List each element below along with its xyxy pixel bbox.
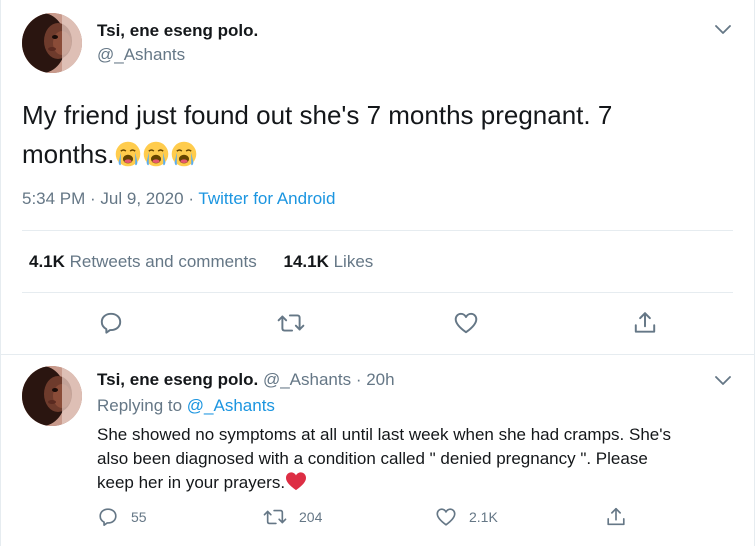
reply-like-button[interactable]: 2.1K — [435, 506, 498, 528]
reply-share-button[interactable] — [605, 506, 639, 528]
reply-author-handle[interactable]: @_Ashants — [263, 370, 351, 389]
crying-emoji-icon — [143, 139, 171, 169]
share-icon[interactable] — [631, 309, 659, 337]
chevron-down-icon[interactable] — [713, 371, 733, 391]
reply-text-line3: keep her in your prayers. — [97, 473, 286, 492]
reply-text-line2: also been diagnosed with a condition cal… — [97, 449, 648, 468]
reply-icon[interactable] — [97, 309, 125, 337]
reply-text-line1: She showed no symptoms at all until last… — [97, 425, 671, 444]
main-tweet: Tsi, ene eseng polo. @_Ashants My friend… — [1, 0, 754, 355]
tweet-text: My friend just found out she's 7 months … — [22, 96, 722, 174]
retweet-count: 204 — [299, 509, 323, 525]
avatar-image — [22, 366, 82, 426]
tweet-page: Tsi, ene eseng polo. @_Ashants My friend… — [0, 0, 755, 546]
crying-emoji-icon — [171, 139, 199, 169]
tweet-source-link[interactable]: Twitter for Android — [198, 189, 335, 208]
crying-emoji-icon — [115, 139, 143, 169]
reply-icon — [99, 508, 117, 526]
tweet-timestamp: 5:34 PM · Jul 9, 2020 · Twitter for Andr… — [22, 189, 335, 209]
reply-header: Tsi, ene eseng polo. @_Ashants · 20h — [97, 370, 395, 390]
like-count: 2.1K — [469, 509, 498, 525]
retweets-count: 4.1K — [29, 252, 65, 271]
divider — [22, 292, 733, 293]
reply-reply-button[interactable]: 55 — [97, 506, 147, 528]
reply-retweet-button[interactable]: 204 — [263, 506, 322, 528]
avatar[interactable] — [22, 366, 82, 426]
avatar[interactable] — [22, 13, 82, 73]
replying-mention-link[interactable]: @_Ashants — [187, 396, 275, 415]
replying-to: Replying to @_Ashants — [97, 396, 275, 416]
tweet-text-line2: months. — [22, 139, 115, 169]
likes-label: Likes — [333, 252, 374, 271]
retweets-stat[interactable]: 4.1K Retweets and comments — [29, 252, 257, 271]
avatar-image — [22, 13, 82, 73]
divider — [22, 230, 733, 231]
likes-stat[interactable]: 14.1K Likes — [283, 252, 373, 271]
reply-count: 55 — [131, 509, 147, 525]
retweets-label: Retweets and comments — [69, 252, 257, 271]
tweet-stats: 4.1K Retweets and comments 14.1K Likes — [29, 252, 395, 272]
like-icon — [436, 508, 456, 526]
replying-prefix: Replying to — [97, 396, 187, 415]
chevron-down-icon[interactable] — [713, 20, 733, 40]
author-name[interactable]: Tsi, ene eseng polo. — [97, 21, 258, 41]
share-icon — [607, 507, 625, 526]
reply-text: She showed no symptoms at all until last… — [97, 423, 737, 495]
reply-time[interactable]: · 20h — [356, 370, 395, 389]
retweet-icon — [263, 509, 287, 525]
like-icon[interactable] — [452, 309, 480, 337]
tweet-text-line1: My friend just found out she's 7 months … — [22, 100, 613, 130]
author-handle[interactable]: @_Ashants — [97, 45, 185, 65]
likes-count: 14.1K — [283, 252, 329, 271]
reply-author-name[interactable]: Tsi, ene eseng polo. — [97, 370, 258, 389]
tweet-time[interactable]: 5:34 PM · Jul 9, 2020 · — [22, 189, 198, 208]
red-heart-icon — [285, 472, 307, 492]
retweet-icon[interactable] — [277, 309, 305, 337]
